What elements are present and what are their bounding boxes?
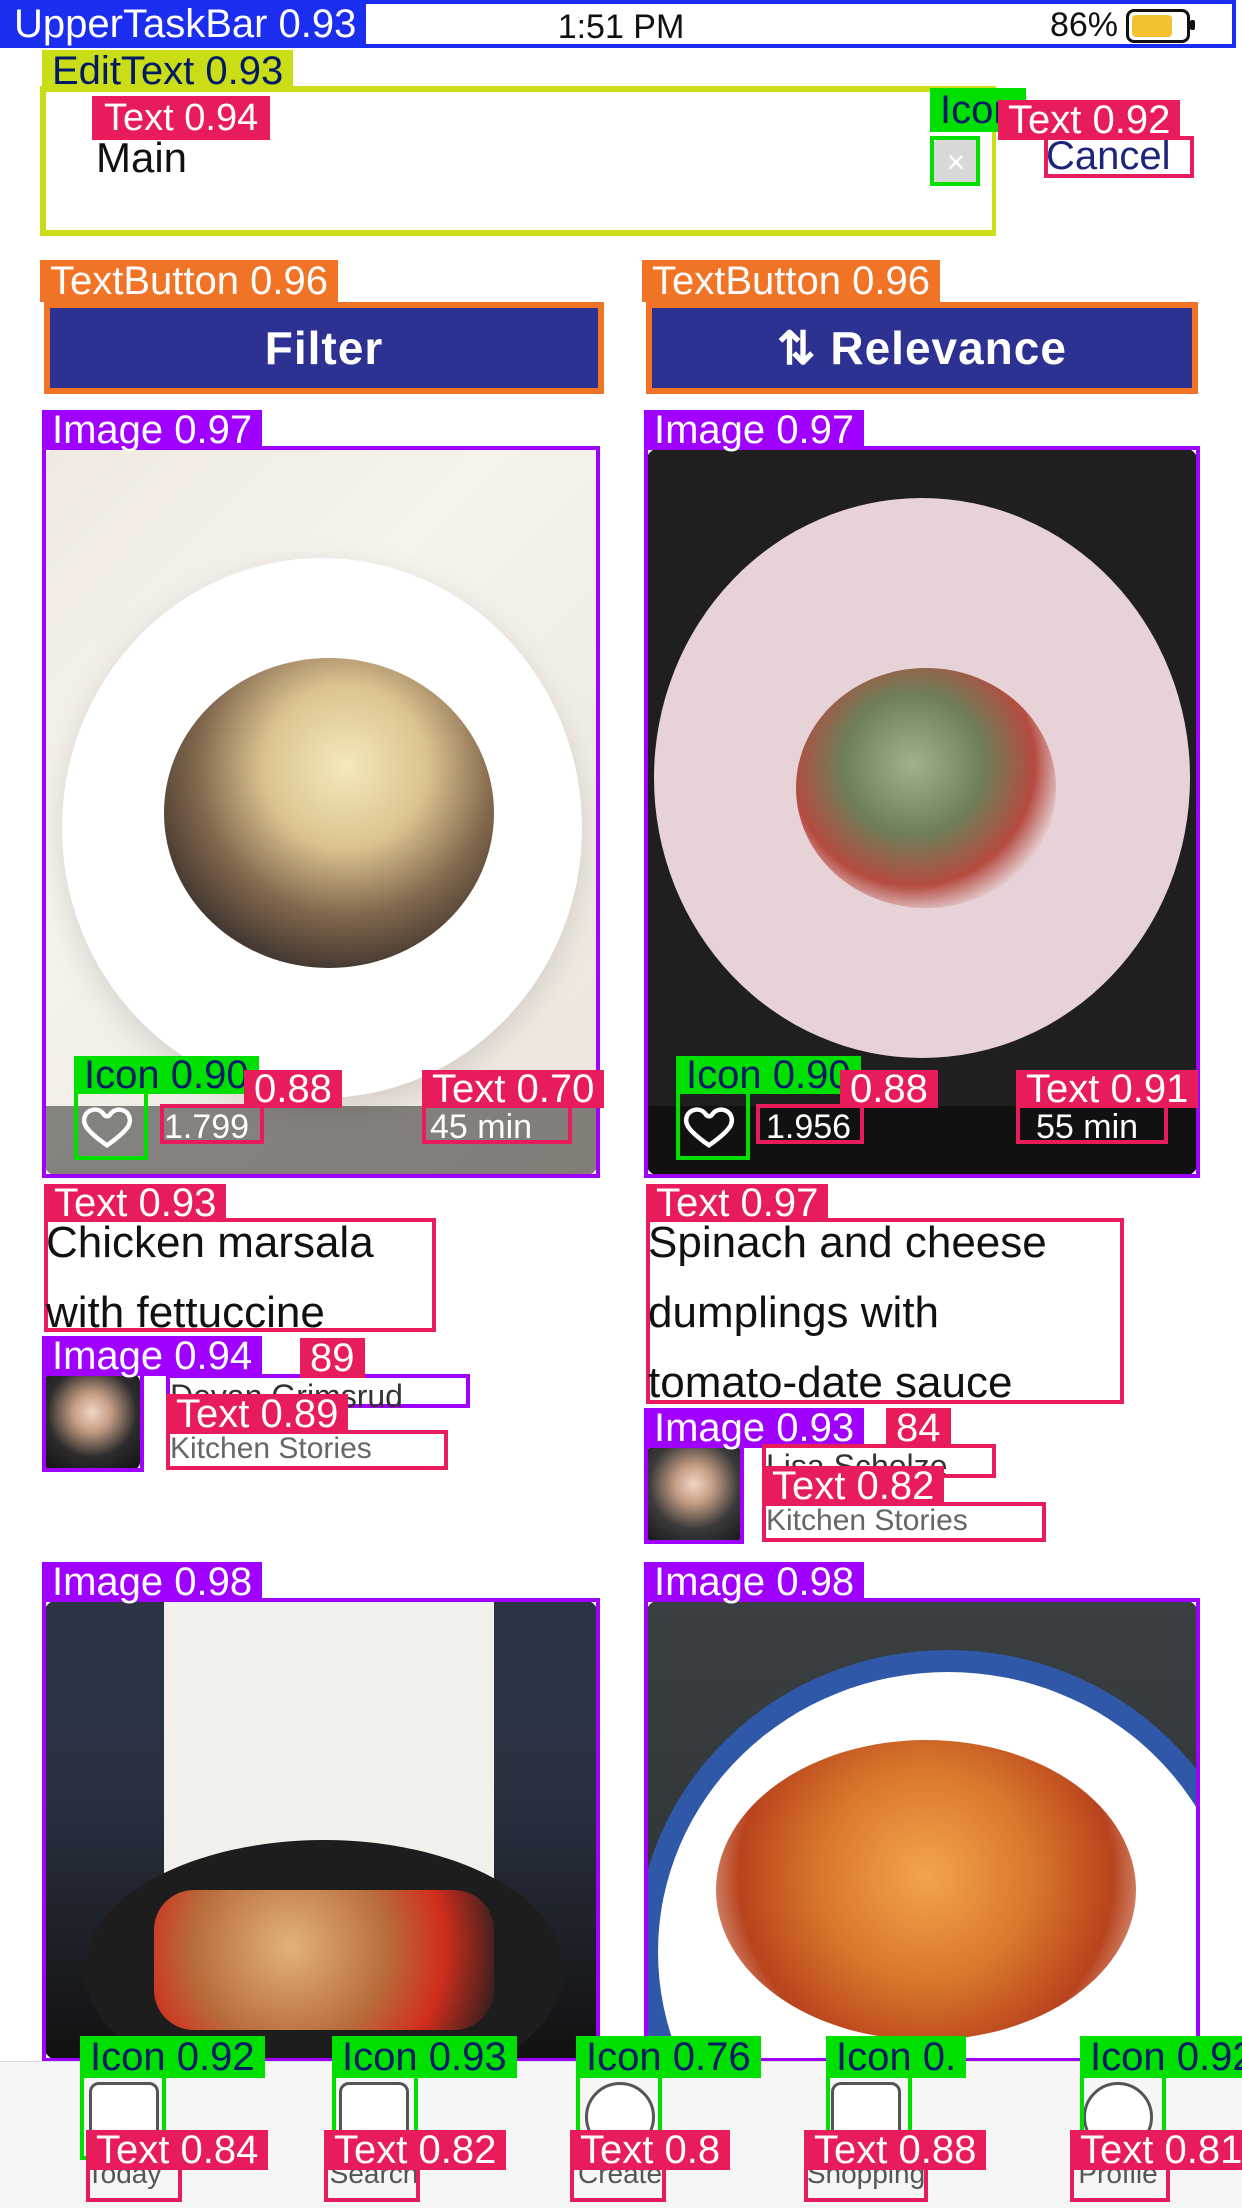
- annotation-nav-text-5-label: Text 0.81: [1070, 2130, 1242, 2170]
- annotation-card2-avatar-score: 84: [886, 1408, 951, 1448]
- annotation-card2-time-label: Text 0.91: [1016, 1069, 1199, 1109]
- annotation-nav-text-1-label: Text 0.84: [86, 2130, 269, 2170]
- annotation-nav-text-3: Text 0.8: [570, 2130, 731, 2202]
- annotation-top-bar-label: UpperTaskBar 0.93: [4, 4, 367, 44]
- annotation-nav-icon-1-label: Icon 0.92: [80, 2036, 265, 2078]
- author-source-2: Kitchen Stories: [766, 1504, 968, 1537]
- annotation-card1-source-label: Text 0.89: [166, 1394, 349, 1434]
- annotation-nav-text-2-label: Text 0.82: [324, 2130, 507, 2170]
- annotation-card1-heart-label: Icon 0.90: [74, 1055, 259, 1095]
- annotation-card1-likes: 0.88: [160, 1069, 342, 1144]
- annotation-nav-text-4: Text 0.88: [804, 2130, 987, 2202]
- relevance-label: ⇅ Relevance: [777, 322, 1067, 374]
- recipe-title-1[interactable]: Chicken marsala with fettuccine: [46, 1208, 446, 1348]
- annotation-card1-time-label: Text 0.70: [422, 1069, 605, 1109]
- annotation-card1-avatar-score: 89: [300, 1338, 365, 1378]
- annotation-card2-likes-label: 0.88: [840, 1069, 938, 1109]
- recipe-title-2[interactable]: Spinach and cheese dumplings with tomato…: [648, 1208, 1168, 1418]
- annotation-card2-time: Text 0.91: [1016, 1069, 1199, 1144]
- author-source-1: Kitchen Stories: [170, 1432, 372, 1465]
- annotation-card2-image-label: Image 0.97: [644, 410, 865, 450]
- search-query[interactable]: Main: [96, 134, 187, 182]
- annotation-card4-image-label: Image 0.98: [644, 1562, 865, 1602]
- annotation-nav-text-2: Text 0.82: [324, 2130, 507, 2202]
- annotation-card2-heart-label: Icon 0.90: [676, 1055, 861, 1095]
- annotation-card1-avatar-label: Image 0.94: [42, 1336, 263, 1376]
- title-line: Spinach and cheese: [648, 1218, 1047, 1267]
- annotation-card3-image: Image 0.98: [42, 1562, 600, 2062]
- annotation-nav-icon-2-label: Icon 0.93: [332, 2036, 517, 2078]
- annotation-card2-source-label: Text 0.82: [762, 1466, 945, 1506]
- annotation-card1-avatar: Image 0.94: [42, 1336, 263, 1472]
- annotation-card2-heart: Icon 0.90: [676, 1055, 861, 1160]
- annotation-card1-image-label: Image 0.97: [42, 410, 263, 450]
- annotation-card4-image: Image 0.98: [644, 1562, 1200, 2062]
- annotation-nav-text-3-label: Text 0.8: [570, 2130, 731, 2170]
- title-line: dumplings with: [648, 1288, 940, 1337]
- filter-button-label: Filter: [264, 322, 384, 374]
- annotation-clear-icon: Icon: [930, 88, 1026, 186]
- annotation-relevance-label: TextButton 0.96: [642, 260, 940, 302]
- annotation-nav-icon-3-label: Icon 0.76: [576, 2036, 761, 2078]
- annotation-card2-likes: 0.88: [756, 1069, 938, 1144]
- annotation-card1-likes-label: 0.88: [244, 1069, 342, 1109]
- annotation-nav-text-1: Text 0.84: [86, 2130, 269, 2202]
- annotation-nav-text-4-label: Text 0.88: [804, 2130, 987, 2170]
- annotation-nav-icon-5-label: Icon 0.92: [1080, 2036, 1242, 2078]
- sort-relevance-button[interactable]: ⇅ Relevance: [646, 302, 1198, 394]
- annotation-card1-heart: Icon 0.90: [74, 1055, 259, 1160]
- annotation-filter-label: TextButton 0.96: [40, 260, 338, 302]
- annotation-card2-avatar: Image 0.93: [644, 1408, 865, 1544]
- annotation-nav-icon-4-label: Icon 0.: [826, 2036, 967, 2078]
- annotation-search-edittext-label: EditText 0.93: [42, 50, 294, 92]
- cancel-button[interactable]: Cancel: [1046, 134, 1171, 179]
- title-line: Chicken marsala: [46, 1218, 374, 1267]
- annotation-card3-image-label: Image 0.98: [42, 1562, 263, 1602]
- annotation-card1-time: Text 0.70: [422, 1069, 605, 1144]
- annotation-top-bar: UpperTaskBar 0.93: [0, 0, 1236, 48]
- annotation-card2-avatar-label: Image 0.93: [644, 1408, 865, 1448]
- filter-button[interactable]: Filter: [44, 302, 604, 394]
- annotation-nav-text-5: Text 0.81: [1070, 2130, 1242, 2202]
